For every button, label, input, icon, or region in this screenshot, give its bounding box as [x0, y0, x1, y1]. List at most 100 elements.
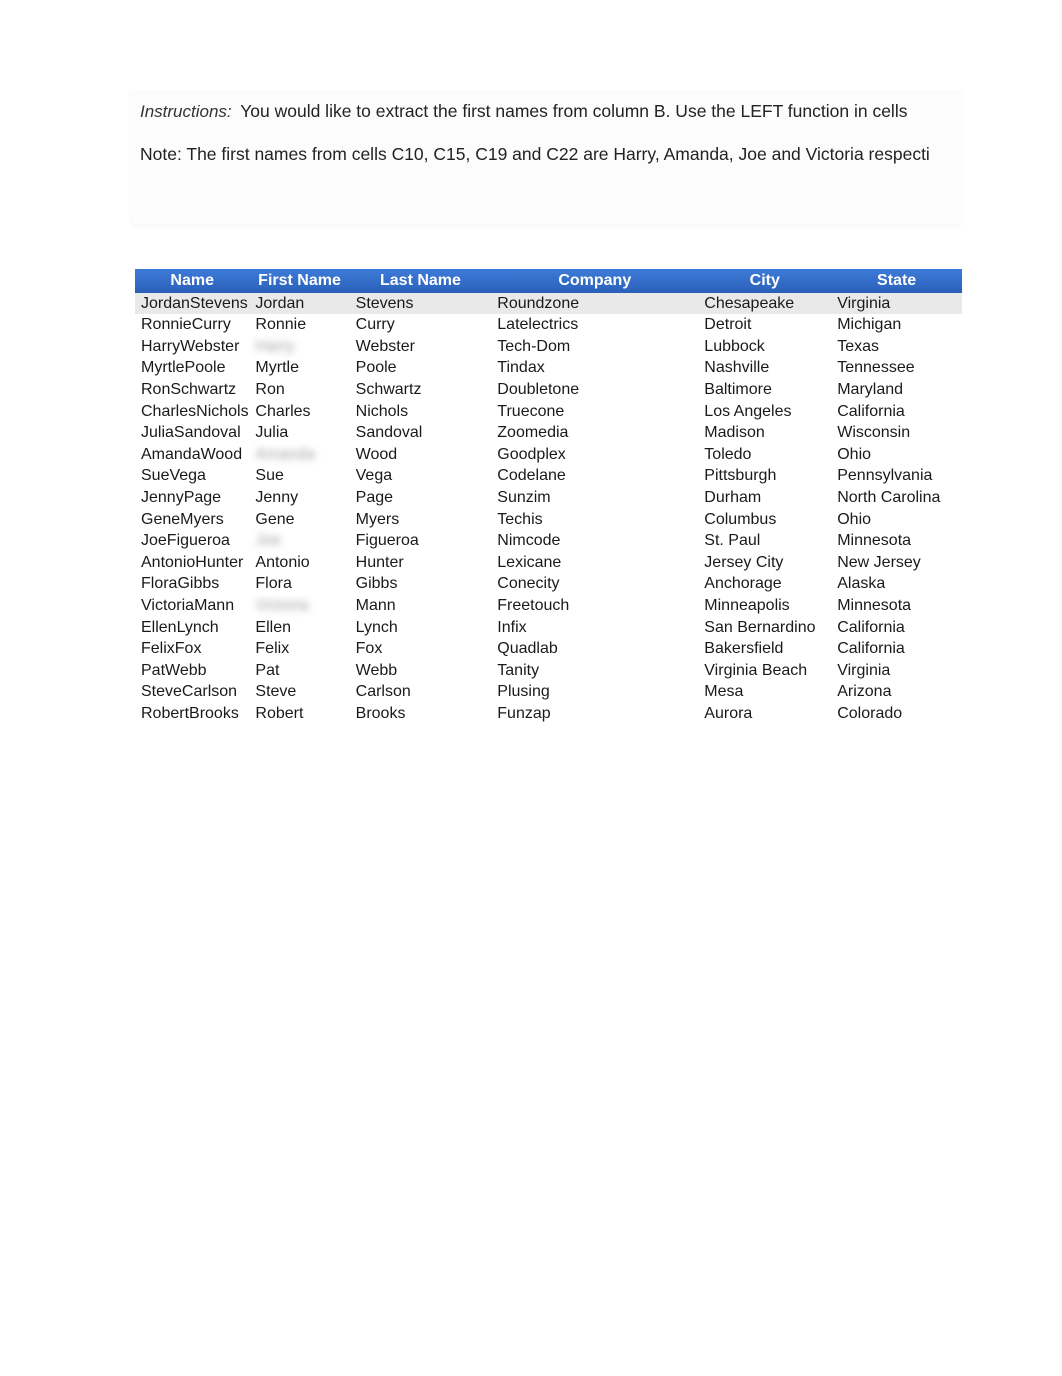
table-row: SueVegaSueVegaCodelanePittsburghPennsylv… [135, 466, 962, 488]
cell-last-name: Myers [350, 509, 492, 531]
cell-city: Chesapeake [698, 293, 831, 315]
table-row: JennyPageJennyPageSunzimDurhamNorth Caro… [135, 487, 962, 509]
cell-last-name: Vega [350, 466, 492, 488]
cell-company: Roundzone [491, 293, 698, 315]
cell-company: Lexicane [491, 552, 698, 574]
cell-name: VictoriaMann [135, 595, 249, 617]
table-row: PatWebbPatWebbTanityVirginia BeachVirgin… [135, 660, 962, 682]
table-row: EllenLynchEllenLynchInfixSan BernardinoC… [135, 617, 962, 639]
cell-first-name: Joe [249, 530, 349, 552]
cell-last-name: Schwartz [350, 379, 492, 401]
header-state: State [831, 269, 962, 293]
cell-company: Conecity [491, 574, 698, 596]
cell-first-name: Ellen [249, 617, 349, 639]
table-row: RonSchwartzRonSchwartzDoubletoneBaltimor… [135, 379, 962, 401]
cell-city: Columbus [698, 509, 831, 531]
cell-last-name: Webster [350, 336, 492, 358]
cell-name: HarryWebster [135, 336, 249, 358]
cell-first-name: Julia [249, 422, 349, 444]
cell-last-name: Webb [350, 660, 492, 682]
table-row: AntonioHunterAntonioHunterLexicaneJersey… [135, 552, 962, 574]
cell-company: Sunzim [491, 487, 698, 509]
cell-last-name: Gibbs [350, 574, 492, 596]
cell-first-name: Victoria [249, 595, 349, 617]
cell-company: Doubletone [491, 379, 698, 401]
cell-name: EllenLynch [135, 617, 249, 639]
cell-company: Tanity [491, 660, 698, 682]
cell-last-name: Brooks [350, 703, 492, 725]
cell-state: California [831, 401, 962, 423]
header-company: Company [491, 269, 698, 293]
cell-state: Minnesota [831, 595, 962, 617]
cell-name: JoeFigueroa [135, 530, 249, 552]
cell-company: Nimcode [491, 530, 698, 552]
cell-city: Anchorage [698, 574, 831, 596]
cell-first-name: Ron [249, 379, 349, 401]
cell-first-name: Harry [249, 336, 349, 358]
cell-state: California [831, 617, 962, 639]
instructions-line-2: Note: The first names from cells C10, C1… [140, 133, 942, 175]
table-row: CharlesNicholsCharlesNicholsTrueconeLos … [135, 401, 962, 423]
cell-state: Colorado [831, 703, 962, 725]
cell-name: AntonioHunter [135, 552, 249, 574]
table-row: JuliaSandovalJuliaSandovalZoomediaMadiso… [135, 422, 962, 444]
cell-city: Durham [698, 487, 831, 509]
table-row: SteveCarlsonSteveCarlsonPlusingMesaArizo… [135, 681, 962, 703]
table-row: HarryWebsterHarryWebsterTech-DomLubbockT… [135, 336, 962, 358]
cell-state: North Carolina [831, 487, 962, 509]
cell-name: RobertBrooks [135, 703, 249, 725]
cell-first-name: Antonio [249, 552, 349, 574]
cell-company: Codelane [491, 466, 698, 488]
table-row: AmandaWoodAmandaWoodGoodplexToledoOhio [135, 444, 962, 466]
cell-city: Aurora [698, 703, 831, 725]
cell-last-name: Figueroa [350, 530, 492, 552]
cell-state: Virginia [831, 293, 962, 315]
table-row: GeneMyersGeneMyersTechisColumbusOhio [135, 509, 962, 531]
cell-state: Minnesota [831, 530, 962, 552]
cell-state: Tennessee [831, 358, 962, 380]
cell-name: FelixFox [135, 638, 249, 660]
table-row: RobertBrooksRobertBrooksFunzapAuroraColo… [135, 703, 962, 725]
cell-state: Virginia [831, 660, 962, 682]
instructions-panel: Instructions: You would like to extract … [130, 90, 962, 225]
cell-city: Bakersfield [698, 638, 831, 660]
table-row: FelixFoxFelixFoxQuadlabBakersfieldCalifo… [135, 638, 962, 660]
cell-company: Funzap [491, 703, 698, 725]
cell-city: San Bernardino [698, 617, 831, 639]
cell-name: RonnieCurry [135, 314, 249, 336]
cell-first-name: Robert [249, 703, 349, 725]
cell-city: Jersey City [698, 552, 831, 574]
cell-last-name: Mann [350, 595, 492, 617]
table-row: VictoriaMannVictoriaMannFreetouchMinneap… [135, 595, 962, 617]
cell-last-name: Carlson [350, 681, 492, 703]
cell-state: Alaska [831, 574, 962, 596]
data-table: Name First Name Last Name Company City S… [135, 269, 962, 725]
cell-first-name: Felix [249, 638, 349, 660]
table-row: MyrtlePooleMyrtlePooleTindaxNashvilleTen… [135, 358, 962, 380]
cell-first-name: Myrtle [249, 358, 349, 380]
cell-company: Infix [491, 617, 698, 639]
cell-name: CharlesNichols [135, 401, 249, 423]
cell-city: Los Angeles [698, 401, 831, 423]
cell-company: Tindax [491, 358, 698, 380]
instructions-line-1: Instructions: You would like to extract … [140, 90, 942, 133]
header-name: Name [135, 269, 249, 293]
table-row: JoeFigueroaJoeFigueroaNimcodeSt. PaulMin… [135, 530, 962, 552]
cell-last-name: Hunter [350, 552, 492, 574]
cell-city: Lubbock [698, 336, 831, 358]
cell-first-name: Steve [249, 681, 349, 703]
cell-state: Ohio [831, 444, 962, 466]
cell-company: Tech-Dom [491, 336, 698, 358]
cell-name: GeneMyers [135, 509, 249, 531]
cell-last-name: Stevens [350, 293, 492, 315]
cell-name: PatWebb [135, 660, 249, 682]
cell-first-name: Ronnie [249, 314, 349, 336]
cell-first-name: Sue [249, 466, 349, 488]
cell-city: Detroit [698, 314, 831, 336]
table-row: JordanStevensJordanStevensRoundzoneChesa… [135, 293, 962, 315]
cell-name: RonSchwartz [135, 379, 249, 401]
cell-state: Maryland [831, 379, 962, 401]
cell-last-name: Poole [350, 358, 492, 380]
cell-city: Mesa [698, 681, 831, 703]
cell-name: FloraGibbs [135, 574, 249, 596]
